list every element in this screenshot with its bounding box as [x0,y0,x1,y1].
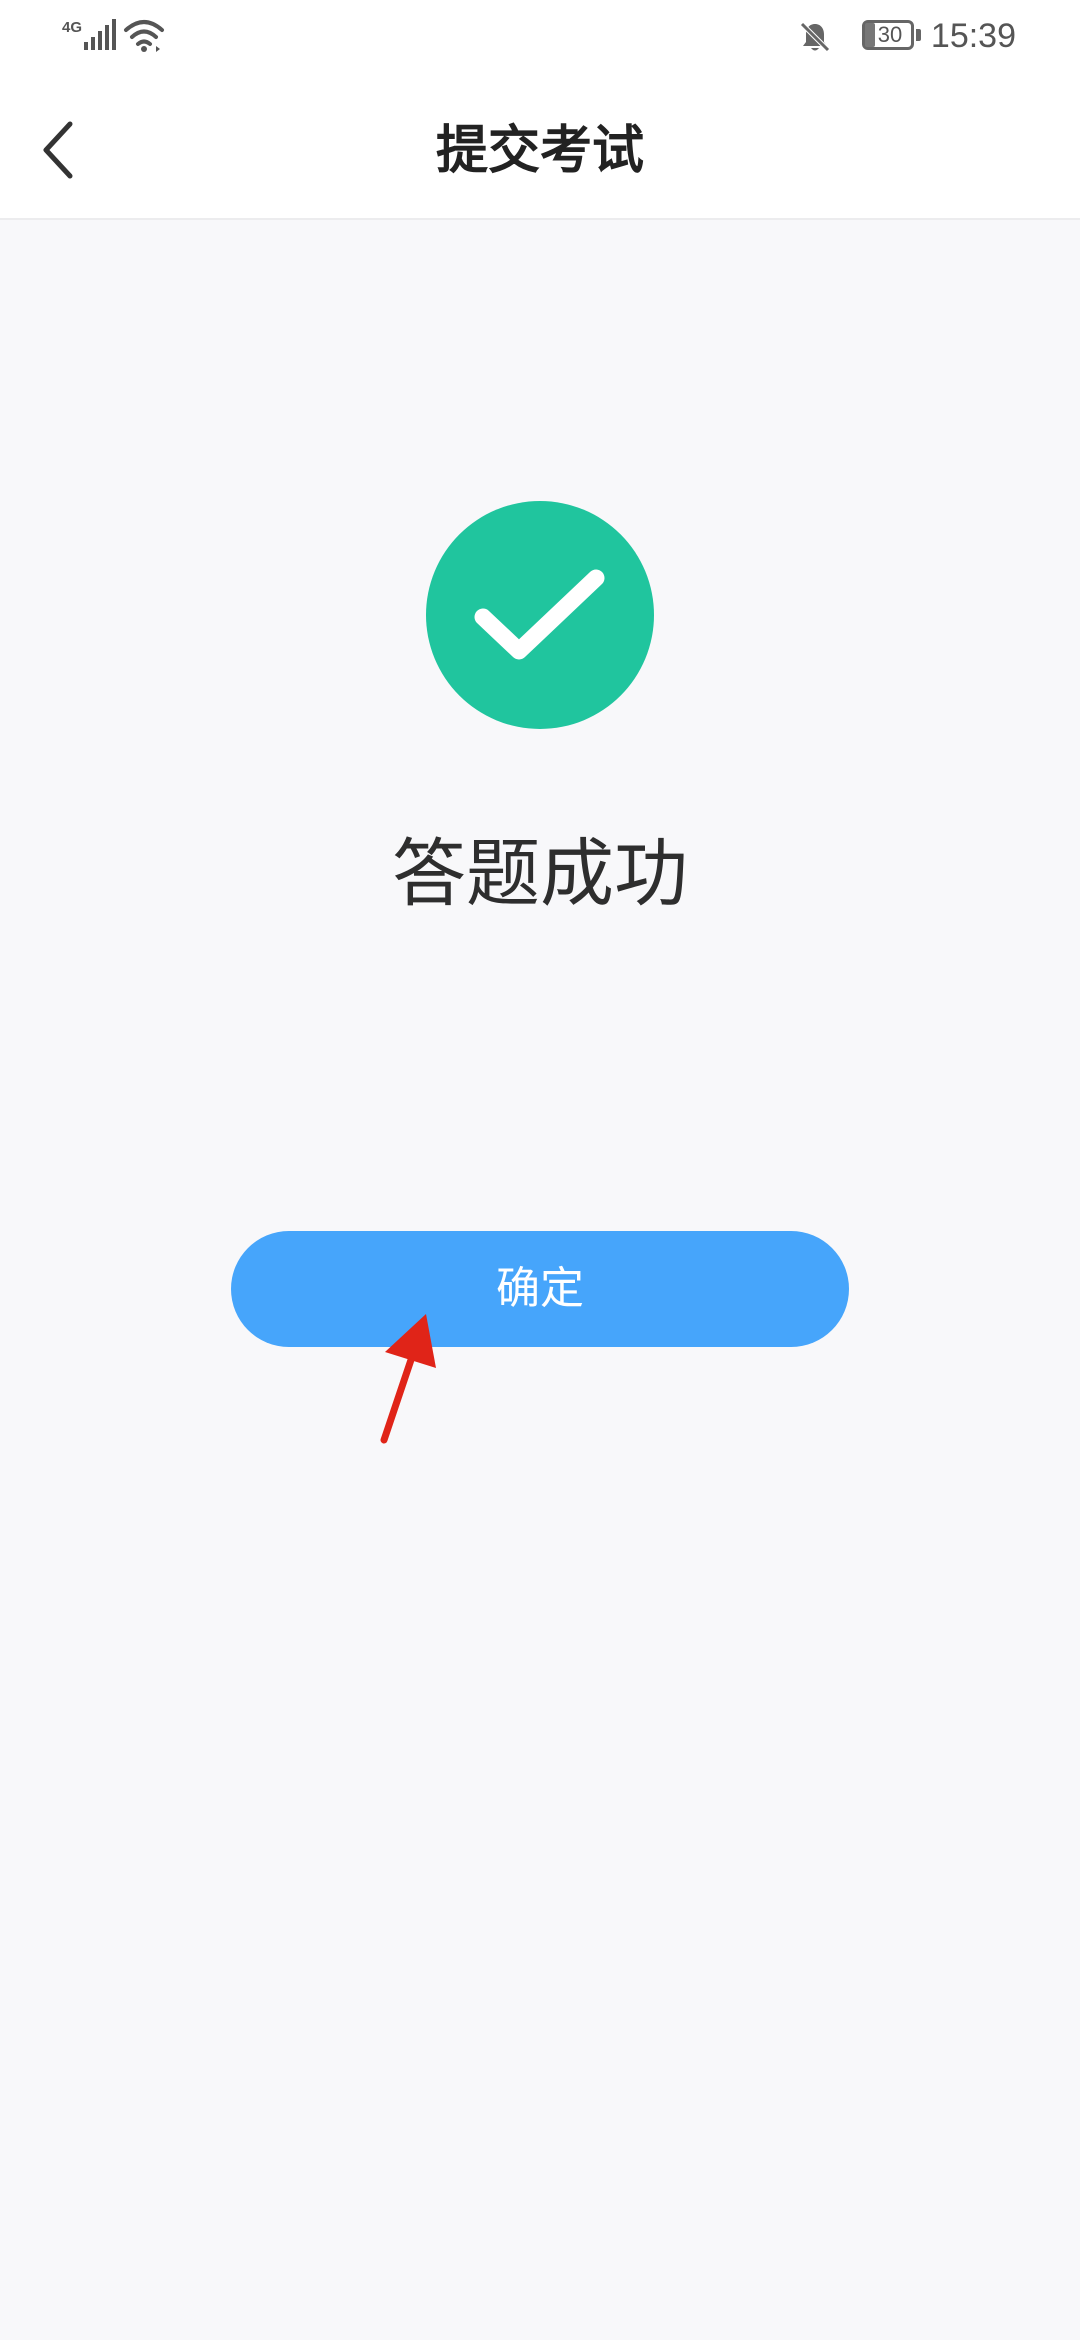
battery-icon: 30 [862,20,922,52]
success-message: 答题成功 [392,831,688,917]
page-title: 提交考试 [435,121,644,181]
mute-bell-icon [800,22,830,52]
wifi-icon [124,20,164,52]
annotation-arrow-icon [380,1314,436,1444]
status-time: 15:39 [930,17,1016,55]
confirm-button[interactable]: 确定 [231,1231,849,1347]
network-type-label: 4G [62,19,82,36]
check-circle-icon [426,501,654,729]
battery-level-text: 30 [877,22,903,47]
battery-cap [916,29,921,41]
app-bar: 提交考试 [0,78,1080,220]
status-left-group: 4G [60,16,170,56]
status-bar: 4G 30 15:39 [0,0,1080,78]
